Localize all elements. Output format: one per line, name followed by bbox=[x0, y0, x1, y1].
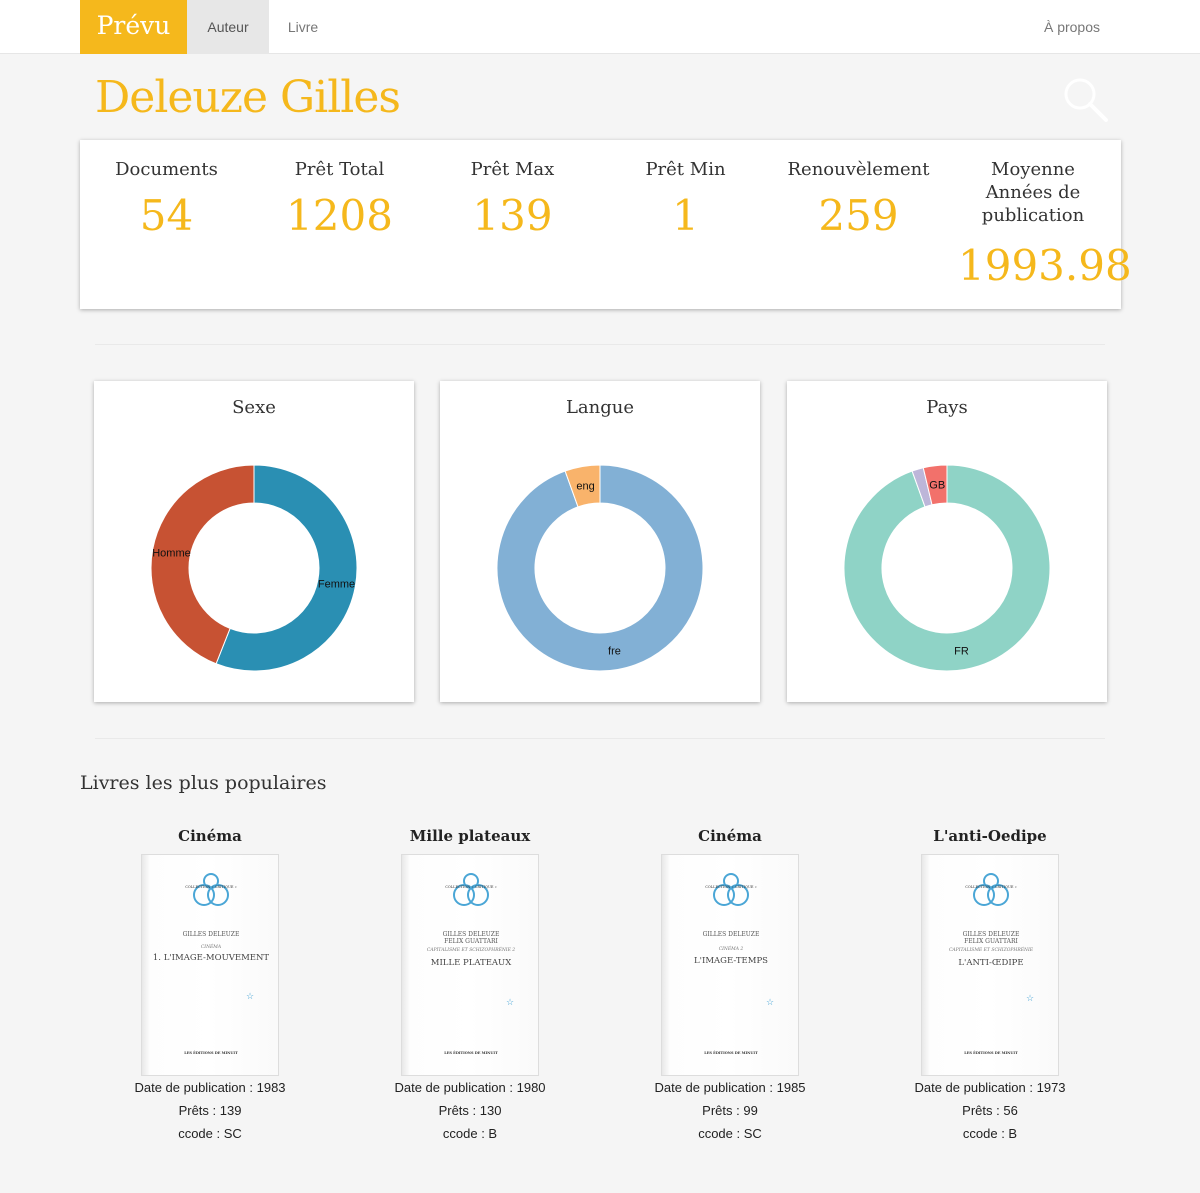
book-cover[interactable]: COLLECTION « CRITIQUE » GILLES DELEUZE C… bbox=[661, 854, 799, 1076]
search-icon[interactable] bbox=[1060, 74, 1112, 126]
brand-logo[interactable]: Prévu bbox=[80, 0, 187, 54]
nav-item-livre[interactable]: Livre bbox=[269, 0, 337, 54]
stat-label: Prêt Total bbox=[294, 159, 385, 180]
chart-card-pays: Pays FR GB bbox=[787, 381, 1107, 702]
slice-label: eng bbox=[576, 480, 594, 492]
donut-chart-sexe: Femme Homme bbox=[150, 464, 358, 672]
book-date: Date de publication : 1980 bbox=[394, 1080, 546, 1095]
cover-publisher: LES ÉDITIONS DE MINUIT bbox=[184, 1051, 238, 1055]
collection-logo-icon bbox=[453, 873, 489, 906]
book-cover[interactable]: COLLECTION « CRITIQUE » GILLES DELEUZE C… bbox=[141, 854, 279, 1076]
stat-value: 1993.98 bbox=[958, 241, 1132, 290]
cover-title: L'IMAGE-TEMPS bbox=[693, 956, 769, 966]
stat-label: Renouvèlement bbox=[787, 159, 930, 180]
slice-label: Femme bbox=[318, 579, 355, 591]
star-icon: ☆ bbox=[246, 991, 255, 1001]
book-title[interactable]: Mille plateaux bbox=[340, 826, 600, 854]
cover-subtitle: CAPITALISME ET SCHIZOPHRÉNIE 2 bbox=[426, 948, 516, 953]
stat-pret-total: Prêt Total 1208 bbox=[253, 140, 426, 240]
cover-authors: GILLES DELEUZE bbox=[702, 931, 760, 938]
stat-label: Moyenne Années de publication bbox=[981, 159, 1085, 226]
slice-label: GB bbox=[929, 480, 945, 492]
stat-renouvelement: Renouvèlement 259 bbox=[772, 140, 945, 240]
cover-title: MILLE PLATEAUX bbox=[430, 958, 512, 968]
stat-label: Prêt Min bbox=[645, 159, 726, 180]
stats-card: Documents 54 Prêt Total 1208 Prêt Max 13… bbox=[80, 140, 1132, 309]
stat-value: 1208 bbox=[286, 191, 393, 240]
stat-value: 1 bbox=[672, 191, 699, 240]
star-icon: ☆ bbox=[1026, 993, 1035, 1003]
cover-authors: GILLES DELEUZE FELIX GUATTARI bbox=[962, 931, 1020, 945]
divider bbox=[95, 344, 1105, 345]
book-card[interactable]: L'anti-Oedipe COLLECTION « CRITIQUE » GI… bbox=[860, 826, 1120, 1145]
book-ccode: ccode : SC bbox=[178, 1126, 242, 1141]
book-date: Date de publication : 1973 bbox=[914, 1080, 1066, 1095]
cover-publisher: LES ÉDITIONS DE MINUIT bbox=[444, 1051, 498, 1055]
divider bbox=[95, 738, 1105, 739]
book-title[interactable]: L'anti-Oedipe bbox=[860, 826, 1120, 854]
book-date: Date de publication : 1983 bbox=[134, 1080, 286, 1095]
book-cover[interactable]: COLLECTION « CRITIQUE » GILLES DELEUZE F… bbox=[921, 854, 1059, 1076]
slice-label: fre bbox=[608, 646, 621, 658]
chart-card-sexe: Sexe Femme Homme bbox=[94, 381, 414, 702]
collection-logo-icon bbox=[193, 873, 229, 906]
book-ccode: ccode : SC bbox=[698, 1126, 762, 1141]
donut-chart-pays: FR GB bbox=[843, 464, 1051, 672]
stat-pret-max: Prêt Max 139 bbox=[426, 140, 599, 240]
stat-documents: Documents 54 bbox=[80, 140, 253, 240]
book-title[interactable]: Cinéma bbox=[600, 826, 860, 854]
book-cover[interactable]: COLLECTION « CRITIQUE » GILLES DELEUZE F… bbox=[401, 854, 539, 1076]
author-name: Deleuze Gilles bbox=[95, 72, 401, 123]
book-card[interactable]: Cinéma COLLECTION « CRITIQUE » GILLES DE… bbox=[80, 826, 340, 1145]
cover-subtitle: CAPITALISME ET SCHIZOPHRÉNIE bbox=[948, 948, 1034, 953]
nav-item-auteur[interactable]: Auteur bbox=[187, 0, 269, 54]
collection-logo-icon bbox=[973, 873, 1009, 906]
cover-title: 1. L'IMAGE-MOUVEMENT bbox=[152, 953, 270, 963]
stat-label: Prêt Max bbox=[470, 159, 555, 180]
book-prets: Prêts : 139 bbox=[178, 1103, 242, 1118]
cover-subtitle: CINÉMA 2 bbox=[718, 947, 744, 952]
star-icon: ☆ bbox=[766, 997, 775, 1007]
cover-subtitle: CINÉMA bbox=[200, 945, 222, 950]
stat-label: Documents bbox=[115, 159, 218, 180]
book-card[interactable]: Cinéma COLLECTION « CRITIQUE » GILLES DE… bbox=[600, 826, 860, 1145]
stat-value: 54 bbox=[139, 191, 194, 240]
section-title-popular: Livres les plus populaires bbox=[80, 772, 327, 794]
stat-value: 139 bbox=[472, 191, 553, 240]
book-prets: Prêts : 99 bbox=[702, 1103, 758, 1118]
book-date: Date de publication : 1985 bbox=[654, 1080, 806, 1095]
cover-collection: COLLECTION « CRITIQUE » bbox=[185, 885, 237, 889]
book-prets: Prêts : 56 bbox=[962, 1103, 1018, 1118]
collection-logo-icon bbox=[713, 873, 749, 906]
book-title[interactable]: Cinéma bbox=[80, 826, 340, 854]
navbar: Prévu Auteur Livre À propos bbox=[0, 0, 1200, 54]
nav-item-apropos[interactable]: À propos bbox=[1020, 0, 1124, 54]
cover-title: L'ANTI-ŒDIPE bbox=[958, 958, 1024, 968]
stat-moyenne-annees: Moyenne Années de publication 1993.98 bbox=[946, 140, 1132, 290]
stat-pret-min: Prêt Min 1 bbox=[599, 140, 772, 240]
cover-publisher: LES ÉDITIONS DE MINUIT bbox=[704, 1051, 758, 1055]
star-icon: ☆ bbox=[506, 997, 515, 1007]
slice-label: Homme bbox=[152, 547, 191, 559]
book-prets: Prêts : 130 bbox=[438, 1103, 502, 1118]
cover-collection: COLLECTION « CRITIQUE » bbox=[705, 885, 757, 889]
donut-chart-langue: fre eng bbox=[496, 464, 704, 672]
stat-value: 259 bbox=[818, 191, 899, 240]
cover-authors: GILLES DELEUZE bbox=[182, 931, 240, 938]
cover-publisher: LES ÉDITIONS DE MINUIT bbox=[964, 1051, 1018, 1055]
slice-label: FR bbox=[954, 646, 969, 658]
book-ccode: ccode : B bbox=[442, 1126, 498, 1141]
cover-collection: COLLECTION « CRITIQUE » bbox=[445, 885, 497, 889]
cover-collection: COLLECTION « CRITIQUE » bbox=[965, 885, 1017, 889]
book-ccode: ccode : B bbox=[962, 1126, 1018, 1141]
book-card[interactable]: Mille plateaux COLLECTION « CRITIQUE » G… bbox=[340, 826, 600, 1145]
cover-authors: GILLES DELEUZE FELIX GUATTARI bbox=[442, 931, 500, 945]
chart-card-langue: Langue fre eng bbox=[440, 381, 760, 702]
